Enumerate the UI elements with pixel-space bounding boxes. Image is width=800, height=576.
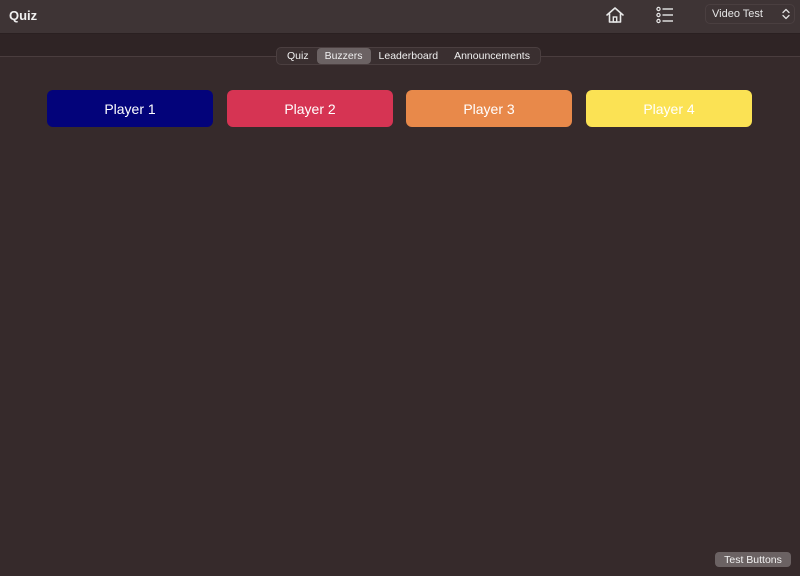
player-2-label: Player 2 [284, 100, 336, 117]
home-button[interactable] [605, 6, 625, 24]
quiz-select[interactable]: Video Test [705, 4, 795, 24]
test-buttons-button[interactable]: Test Buttons [715, 552, 791, 567]
list-button[interactable] [656, 6, 674, 24]
app-window: Quiz Video Test Quiz Buzzers Leaderboard… [0, 0, 800, 576]
player-3-button[interactable]: Player 3 [406, 90, 572, 127]
home-icon [606, 7, 624, 23]
player-1-button[interactable]: Player 1 [47, 90, 213, 127]
tab-buzzers[interactable]: Buzzers [316, 48, 371, 64]
player-buttons: Player 1 Player 2 Player 3 Player 4 [47, 90, 753, 127]
list-icon [656, 6, 673, 24]
tab-leaderboard[interactable]: Leaderboard [371, 48, 447, 64]
quiz-select-value: Video Test [712, 8, 763, 20]
tab-bar: Quiz Buzzers Leaderboard Announcements [276, 47, 541, 65]
player-4-label: Player 4 [643, 100, 695, 117]
tab-quiz[interactable]: Quiz [279, 48, 317, 64]
player-3-label: Player 3 [463, 100, 515, 117]
title-bar: Quiz Video Test [0, 0, 800, 34]
chevron-updown-icon [782, 8, 790, 20]
player-1-label: Player 1 [104, 100, 156, 117]
player-2-button[interactable]: Player 2 [227, 90, 393, 127]
player-4-button[interactable]: Player 4 [586, 90, 752, 127]
test-buttons-label: Test Buttons [724, 553, 782, 566]
tab-announcements[interactable]: Announcements [446, 48, 538, 64]
app-title: Quiz [9, 8, 38, 23]
